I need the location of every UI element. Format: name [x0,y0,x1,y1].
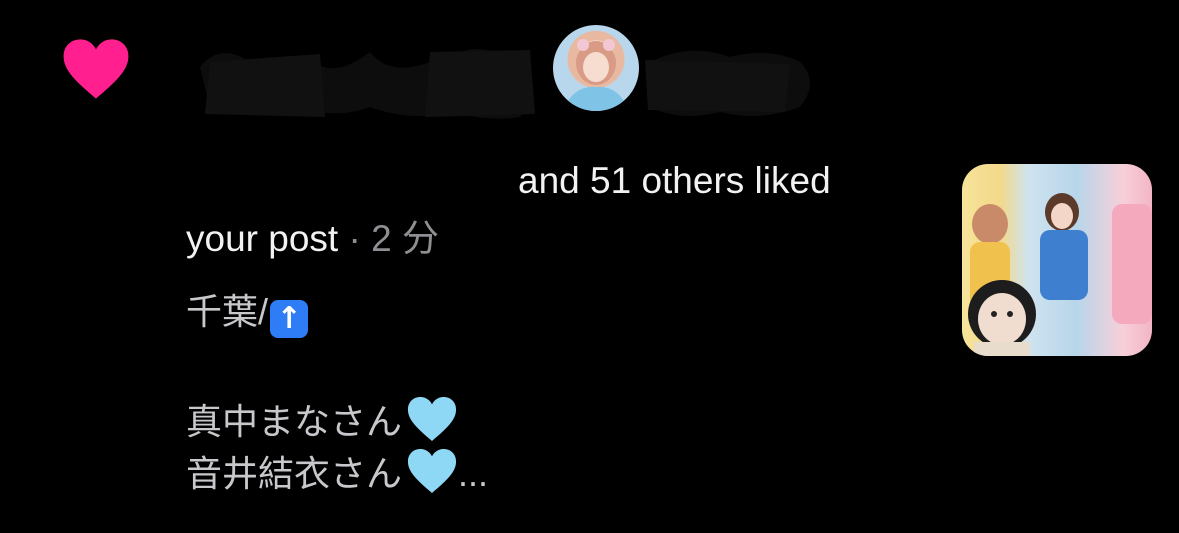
light-blue-heart-icon [407,449,457,493]
your-post-text: your post [186,218,339,259]
like-summary-line1: and 51 others liked [518,160,831,201]
caption-line-4: 音井結衣さん... [186,448,488,500]
timestamp: 2 分 [371,218,439,259]
redacted-username [200,49,810,119]
light-blue-heart-icon [407,397,457,441]
post-caption: 千葉/↑ 真中まなさん 音井結衣さん... [186,286,488,500]
separator: · [338,218,372,259]
caption-line-1: 千葉/↑ [186,286,488,338]
up-arrow-emoji-icon: ↑ [270,300,309,338]
redacted-names [190,150,520,210]
caption-line-3: 真中まなさん [186,396,488,448]
post-thumbnail[interactable] [962,164,1152,356]
ellipsis: ... [458,453,489,494]
like-summary-line2: your post · 2 分 [186,216,439,262]
heart-icon [63,39,129,99]
avatar[interactable] [550,22,642,114]
